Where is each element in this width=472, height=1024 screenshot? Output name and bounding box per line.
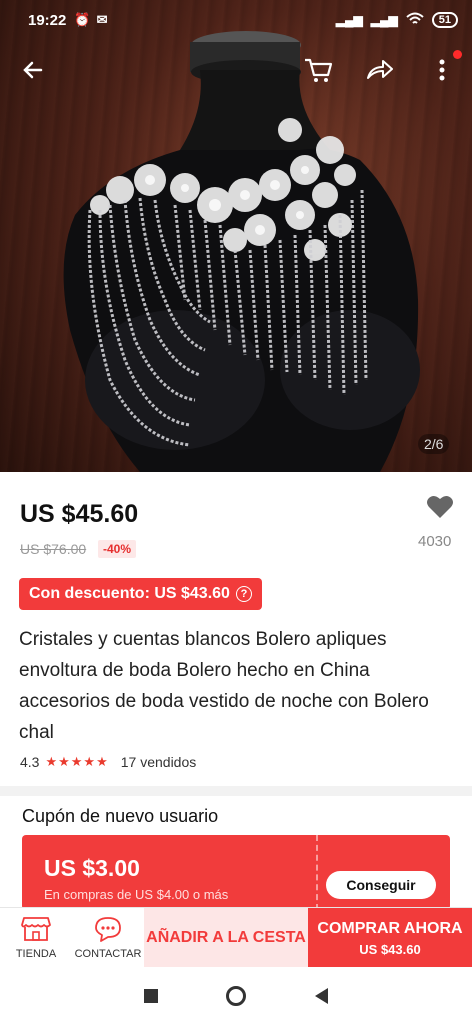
mail-icon: ✉ [96, 12, 108, 27]
rating-row[interactable]: 4.3 ★★★★★ 17 vendidos [20, 754, 196, 770]
get-coupon-button[interactable]: Conseguir [326, 871, 436, 899]
wifi-icon [406, 12, 424, 29]
discount-badge: -40% [98, 540, 137, 558]
status-bar: 19:22 ⏰ ✉ ▂▄▆ ▂▄▆ 51 [0, 0, 472, 40]
promo-label: Con descuento: US $43.60 [29, 585, 230, 602]
contact-label: CONTACTAR [74, 948, 142, 960]
coupon-condition: En compras de US $4.00 o más [44, 887, 229, 902]
product-title: Cristales y cuentas blancos Bolero apliq… [19, 629, 429, 743]
system-navigation-bar [0, 967, 472, 1024]
notification-icons: ⏰ ✉ [74, 12, 107, 28]
arrow-left-icon [23, 61, 43, 79]
question-icon: ? [235, 586, 252, 602]
product-price: US $45.60 [20, 500, 139, 528]
buy-now-price: US $43.60 [359, 941, 421, 957]
buy-now-label: COMPRAR AHORA [317, 919, 463, 937]
star-rating-icon: ★★★★★ [45, 754, 109, 769]
product-image[interactable]: 19:22 ⏰ ✉ ▂▄▆ ▂▄▆ 51 2/6 [0, 0, 472, 472]
chat-icon [95, 917, 121, 942]
wishlist-button[interactable] [420, 494, 460, 525]
coupon-perforation [316, 835, 318, 910]
rating-value: 4.3 [20, 754, 40, 770]
system-back-button[interactable] [314, 987, 328, 1004]
coupon-heading: Cupón de nuevo usuario [22, 806, 219, 826]
buy-now-button[interactable]: COMPRAR AHORA US $43.60 [308, 908, 472, 968]
system-icons: ▂▄▆ ▂▄▆ 51 [336, 12, 458, 29]
more-vertical-icon [439, 59, 445, 81]
share-button[interactable] [362, 52, 398, 88]
heart-icon [427, 495, 453, 518]
home-button[interactable] [226, 985, 247, 1006]
share-icon [367, 60, 393, 79]
signal-icon-2: ▂▄▆ [370, 13, 398, 27]
recent-apps-button[interactable] [144, 988, 159, 1003]
mannequin-illustration [63, 31, 420, 472]
cart-button[interactable] [300, 52, 336, 88]
add-to-cart-button[interactable]: AÑADIR A LA CESTA [144, 908, 308, 968]
back-button[interactable] [15, 52, 51, 88]
discount-promo-tag[interactable]: Con descuento: US $43.60 ? [19, 578, 262, 610]
signal-icon: ▂▄▆ [335, 13, 363, 27]
original-price: US $76.00 [20, 541, 87, 557]
store-label: TIENDA [15, 948, 57, 960]
new-user-coupon[interactable]: US $3.00 En compras de US $4.00 o más Co… [22, 835, 450, 910]
contact-button[interactable]: CONTACTAR [72, 908, 144, 968]
clock: 19:22 [28, 11, 67, 29]
bottom-action-bar: TIENDA CONTACTAR AÑADIR A LA CESTA COMPR… [0, 907, 472, 968]
cart-icon [305, 58, 333, 82]
notification-dot [453, 50, 462, 59]
section-divider [0, 786, 472, 796]
image-counter: 2/6 [418, 434, 450, 454]
wishlist-count: 4030 [418, 533, 452, 550]
coupon-amount: US $3.00 [44, 855, 140, 881]
store-button[interactable]: TIENDA [0, 908, 72, 968]
sold-count: 17 vendidos [120, 754, 197, 770]
alarm-off-icon: ⏰ [74, 12, 91, 27]
store-icon [21, 917, 51, 941]
battery-icon: 51 [431, 12, 458, 28]
